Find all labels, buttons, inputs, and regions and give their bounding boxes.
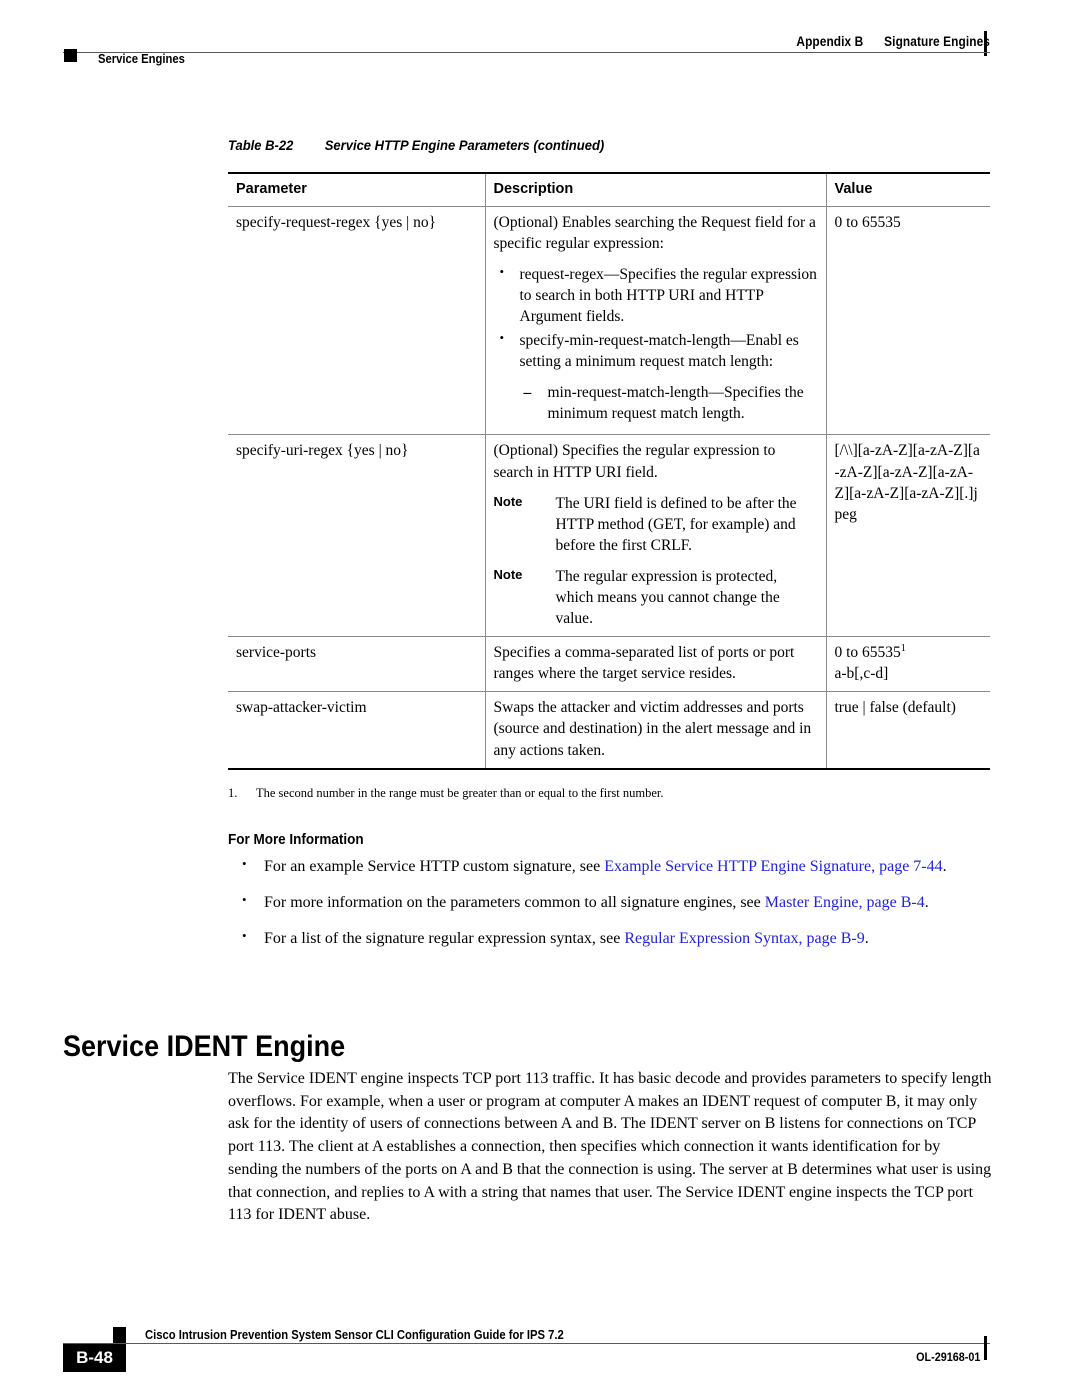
cross-reference-link[interactable]: Example Service HTTP Engine Signature, p… [604,858,942,875]
table-row: specify-request-regex {yes | no} (Option… [228,206,990,435]
cell-value: [/\\][a-zA-Z][a-zA-Z][a-zA-Z][a-zA-Z][a-… [825,434,990,637]
footnote-text: The second number in the range must be g… [256,786,664,800]
cell-description: (Optional) Specifies the regular express… [484,434,826,637]
column-header-description: Description [484,171,826,207]
footer-rule [63,1343,990,1344]
table-header-row: Parameter Description Value [228,171,990,207]
table-row: specify-uri-regex {yes | no} (Optional) … [228,434,990,637]
cell-value: 0 to 65535 [825,206,990,435]
for-more-information-list: For an example Service HTTP custom signa… [228,855,990,964]
section-body-paragraph: The Service IDENT engine inspects TCP po… [228,1070,992,1224]
value-range: 0 to 65535 [834,644,901,662]
list-item: request-regex—Specifies the regular expr… [494,263,818,327]
table-caption: Table B-22 Service HTTP Engine Parameters… [228,137,604,153]
value-footnote-marker: 1 [900,643,906,655]
table-caption-number: Table B-22 [228,137,294,153]
cross-reference-trail-text: . [864,930,869,948]
bullet-text: request-regex—Specifies the regular expr… [519,265,817,326]
table-row: swap-attacker-victim Swaps the attacker … [228,691,990,769]
header-rule [63,52,990,53]
table-footnote: 1. The second number in the range must be… [228,785,990,801]
footnote-number: 1. [228,786,238,800]
service-http-engine-parameters-table: Parameter Description Value specify-requ… [228,171,990,770]
value-syntax: a-b[,c-d] [834,665,889,683]
cell-parameter: specify-uri-regex {yes | no} [236,442,409,460]
header-breadcrumb: Appendix B Signature Engines [796,34,990,49]
note-block: Note The regular expression is protected… [494,566,818,629]
description-sub-list: min-request-match-length—Specifies the m… [520,382,818,424]
header-chapter-label: Signature Engines [884,34,990,49]
description-intro: (Optional) Enables searching the Request… [493,213,816,252]
list-item: specify-min-request-match-length—Enabl e… [494,329,818,424]
cell-parameter: swap-attacker-victim [236,699,367,717]
column-header-value: Value [825,171,990,207]
footer-page-number: B-48 [76,1348,113,1367]
list-item: For a list of the signature regular expr… [228,927,990,950]
note-text: The regular expression is protected, whi… [555,567,780,627]
for-more-information-heading: For More Information [228,832,364,848]
cell-value: true | false (default) [825,691,990,769]
note-label: Note [493,493,523,509]
note-block: Note The URI field is defined to be afte… [494,493,818,556]
cross-reference-trail-text: . [942,858,947,875]
cross-reference-lead-text: For an example Service HTTP custom signa… [264,858,605,875]
note-text: The URI field is defined to be after the… [555,494,797,554]
header-section-label: Service Engines [98,52,185,66]
table-row: service-ports Specifies a comma-separate… [228,636,990,692]
footer-square-bullet-icon [113,1327,126,1343]
list-item: For an example Service HTTP custom signa… [228,855,990,878]
description-intro: (Optional) Specifies the regular express… [493,442,776,481]
page-footer: Cisco Intrusion Prevention System Sensor… [0,1300,1080,1372]
footer-guide-title: Cisco Intrusion Prevention System Sensor… [145,1328,564,1342]
footer-document-id: OL-29168-01 [915,1350,980,1364]
footer-edge-tick [984,1336,987,1360]
cross-reference-link[interactable]: Regular Expression Syntax, page B-9 [624,930,864,947]
bullet-text: specify-min-request-match-length—Enabl e… [519,332,799,371]
note-label: Note [493,566,523,582]
cross-reference-link[interactable]: Master Engine, page B-4 [765,894,925,911]
cell-parameter: specify-request-regex {yes | no} [236,213,437,231]
cell-description: Specifies a comma-separated list of port… [484,636,826,692]
header-square-bullet-icon [64,49,77,62]
header-appendix-label: Appendix B [796,34,864,49]
list-item: min-request-match-length—Specifies the m… [520,382,818,424]
page-running-header: Appendix B Signature Engines Service Eng… [0,0,1080,80]
section-heading: Service IDENT Engine [63,1030,346,1064]
cell-parameter: service-ports [236,644,317,662]
cell-value: 0 to 655351 a-b[,c-d] [825,636,990,692]
list-item: For more information on the parameters c… [228,891,990,914]
sub-bullet-text: min-request-match-length—Specifies the m… [547,384,804,423]
cross-reference-trail-text: . [924,894,929,912]
cell-description: Swaps the attacker and victim addresses … [484,691,826,769]
description-bullet-list: request-regex—Specifies the regular expr… [494,263,818,425]
cross-reference-lead-text: For a list of the signature regular expr… [264,930,625,948]
cross-reference-lead-text: For more information on the parameters c… [264,894,765,912]
cell-description: (Optional) Enables searching the Request… [484,206,826,435]
table-caption-title: Service HTTP Engine Parameters (continue… [324,137,605,153]
column-header-parameter: Parameter [228,171,485,207]
